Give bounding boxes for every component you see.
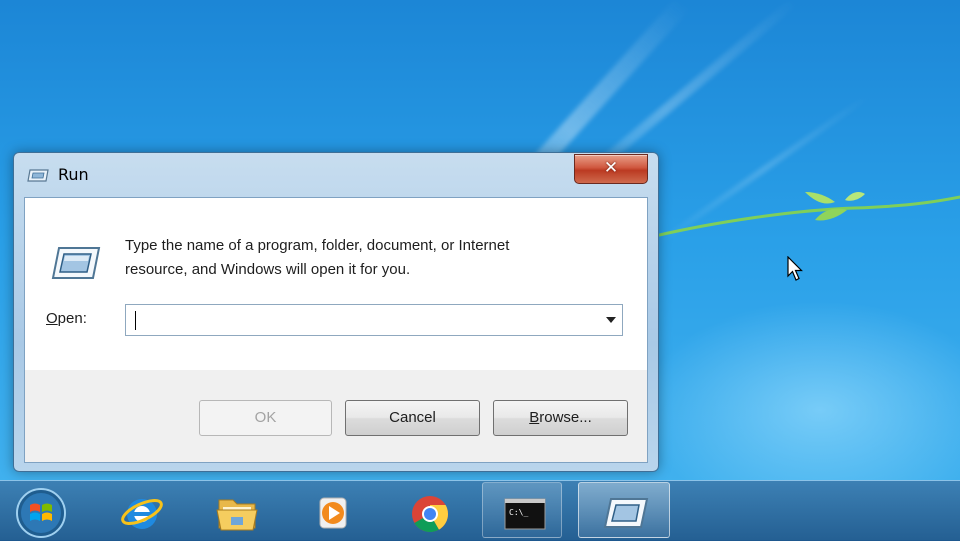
description-line: resource, and Windows will open it for y… bbox=[125, 261, 411, 278]
close-button[interactable]: ✕ bbox=[574, 154, 648, 184]
command-prompt-text: C:\_ bbox=[509, 508, 528, 517]
dropdown-arrow-icon[interactable] bbox=[606, 317, 616, 323]
run-description: Type the name of a program, folder, docu… bbox=[125, 234, 625, 282]
open-label: Open: bbox=[46, 310, 87, 327]
chrome-icon bbox=[412, 496, 448, 532]
command-prompt-icon: C:\_ bbox=[504, 498, 546, 530]
title-bar[interactable]: Run ✕ bbox=[14, 153, 658, 195]
taskbar-internet-explorer[interactable] bbox=[100, 482, 180, 538]
open-input[interactable] bbox=[128, 307, 600, 333]
internet-explorer-icon bbox=[121, 499, 163, 529]
browse-label: rowse... bbox=[539, 409, 592, 426]
dialog-content: Type the name of a program, folder, docu… bbox=[25, 198, 647, 370]
open-label-accelerator: O bbox=[46, 310, 58, 327]
file-explorer-icon bbox=[216, 499, 258, 531]
run-program-icon bbox=[51, 247, 101, 279]
dialog-body: Type the name of a program, folder, docu… bbox=[24, 197, 648, 463]
browse-button[interactable]: Browse... bbox=[493, 400, 628, 436]
wallpaper-glow bbox=[640, 300, 960, 480]
taskbar-command-prompt[interactable]: C:\_ bbox=[482, 482, 562, 538]
taskbar-run[interactable] bbox=[578, 482, 670, 538]
description-line: Type the name of a program, folder, docu… bbox=[125, 237, 510, 254]
dialog-title: Run bbox=[58, 165, 89, 184]
ok-button[interactable]: OK bbox=[199, 400, 332, 436]
start-orb-icon[interactable] bbox=[10, 483, 72, 539]
taskbar-file-explorer[interactable] bbox=[195, 482, 275, 538]
mouse-cursor-icon bbox=[787, 256, 803, 281]
browse-accelerator: B bbox=[529, 409, 540, 426]
open-label-text: pen: bbox=[57, 310, 87, 327]
taskbar: C:\_ bbox=[0, 480, 960, 541]
open-combobox[interactable] bbox=[125, 304, 623, 336]
close-icon: ✕ bbox=[603, 158, 619, 178]
text-caret bbox=[135, 311, 136, 330]
run-icon bbox=[27, 169, 49, 182]
taskbar-media-player[interactable] bbox=[290, 482, 370, 538]
run-dialog: Run ✕ Type the name of a program, folder… bbox=[13, 152, 659, 472]
run-icon bbox=[603, 498, 649, 528]
wallpaper-vine bbox=[655, 192, 960, 238]
media-player-icon bbox=[319, 497, 347, 529]
taskbar-chrome[interactable] bbox=[388, 482, 468, 538]
cancel-button[interactable]: Cancel bbox=[345, 400, 480, 436]
